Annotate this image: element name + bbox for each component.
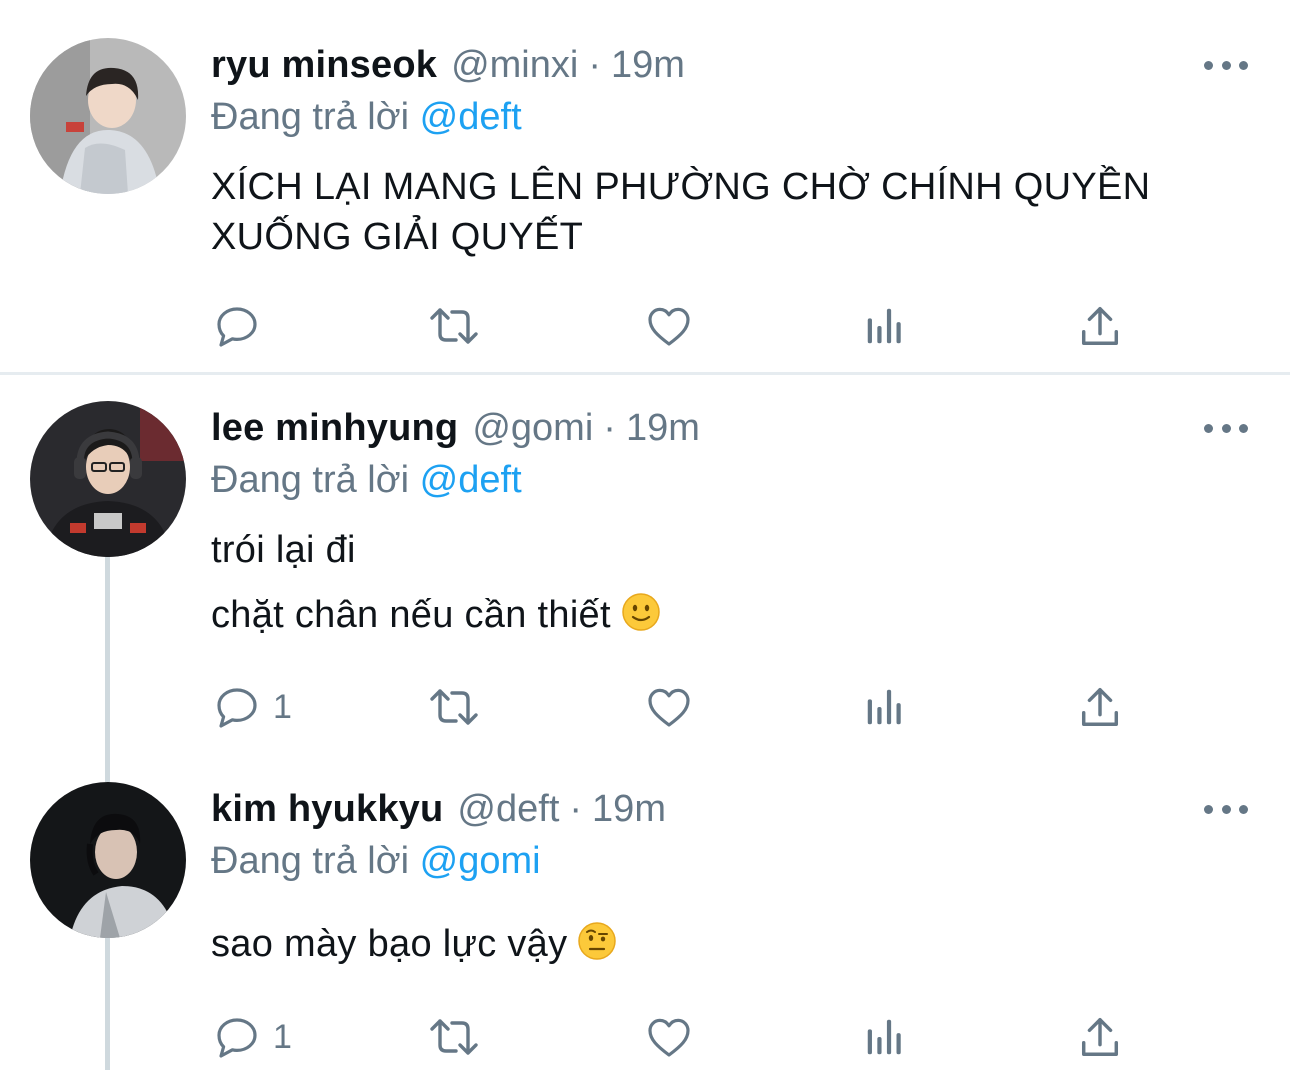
share-icon [1081,688,1119,726]
retweet-button[interactable] [426,1007,482,1067]
like-button[interactable] [645,296,693,356]
tweet-text: sao mày bạo lực vậy [211,923,568,965]
avatar[interactable] [30,401,186,557]
face-with-raised-eyebrow-icon [577,921,617,974]
share-icon [1081,307,1119,345]
tweet-actions: 1 [0,677,1290,737]
tweet-header: lee minhyung @gomi · 19m [211,403,700,453]
replying-to: Đang trả lời @deft [211,92,522,142]
handle[interactable]: @deft [457,784,559,834]
reply-button[interactable] [213,296,261,356]
tweet-text-line: XÍCH LẠI MANG LÊN PHƯỜNG CHỜ CHÍNH QUYỀN [211,166,1151,208]
reply-count: 1 [273,687,292,726]
mention-link[interactable]: @deft [420,96,522,138]
like-button[interactable] [645,677,693,737]
avatar-photo-icon [30,782,186,938]
tweet-text-line: XUỐNG GIẢI QUYẾT [211,216,584,258]
display-name[interactable]: lee minhyung [211,403,458,453]
tweet-actions [0,296,1290,356]
tweet[interactable]: kim hyukkyu @deft · 19m Đang trả lời @go… [0,775,1290,1070]
retweet-button[interactable] [426,677,482,737]
avatar[interactable] [30,38,186,194]
tweet-text-line: chặt chân nếu cần thiết [211,590,661,645]
reply-count: 1 [273,1017,292,1056]
more-options-icon[interactable] [1204,418,1248,438]
slightly-smiling-face-icon [621,592,661,645]
analytics-button[interactable] [862,1007,908,1067]
replying-to-label: Đang trả lời [211,840,410,882]
tweet-header: kim hyukkyu @deft · 19m [211,784,666,834]
share-icon [1081,1018,1119,1056]
handle[interactable]: @minxi [451,40,578,90]
share-button[interactable] [1077,677,1123,737]
timestamp[interactable]: 19m [611,40,685,90]
reply-button[interactable]: 1 [213,1007,292,1067]
replying-to-label: Đang trả lời [211,459,410,501]
analytics-button[interactable] [862,296,908,356]
like-icon [648,307,690,346]
timestamp[interactable]: 19m [626,403,700,453]
display-name[interactable]: kim hyukkyu [211,784,443,834]
separator-dot: · [569,788,583,830]
separator-dot: · [603,407,616,449]
mention-link[interactable]: @gomi [420,840,541,882]
replying-to-label: Đang trả lời [211,96,410,138]
avatar[interactable] [30,782,186,938]
separator-dot: · [588,44,601,86]
like-button[interactable] [645,1007,693,1067]
analytics-icon [867,689,901,725]
avatar-photo-icon [30,401,186,557]
timestamp[interactable]: 19m [592,784,666,834]
tweet-text-line: sao mày bạo lực vậy [211,919,617,974]
reply-icon [217,307,257,347]
mention-link[interactable]: @deft [420,459,522,501]
like-icon [648,1018,690,1057]
tweet[interactable]: lee minhyung @gomi · 19m Đang trả lời @d… [0,375,1290,775]
retweet-icon [430,308,478,344]
avatar-photo-icon [30,38,186,194]
more-options-icon[interactable] [1204,799,1248,819]
analytics-button[interactable] [862,677,908,737]
tweet-header: ryu minseok @minxi · 19m [211,40,685,90]
reply-icon [217,688,257,728]
handle[interactable]: @gomi [472,403,593,453]
display-name[interactable]: ryu minseok [211,40,437,90]
share-button[interactable] [1077,1007,1123,1067]
tweet-text-line: trói lại đi [211,529,356,571]
tweet-actions: 1 [0,1007,1290,1067]
tweet-text: chặt chân nếu cần thiết [211,594,611,636]
like-icon [648,688,690,727]
tweet[interactable]: ryu minseok @minxi · 19m Đang trả lời @d… [0,0,1290,372]
tweet-feed: ryu minseok @minxi · 19m Đang trả lời @d… [0,0,1290,1070]
replying-to: Đang trả lời @gomi [211,836,541,886]
replying-to: Đang trả lời @deft [211,455,522,505]
analytics-icon [867,308,901,344]
analytics-icon [867,1019,901,1055]
reply-button[interactable]: 1 [213,677,292,737]
more-options-icon[interactable] [1204,55,1248,75]
reply-icon [217,1018,257,1058]
retweet-icon [430,689,478,725]
share-button[interactable] [1077,296,1123,356]
retweet-icon [430,1019,478,1055]
retweet-button[interactable] [426,296,482,356]
